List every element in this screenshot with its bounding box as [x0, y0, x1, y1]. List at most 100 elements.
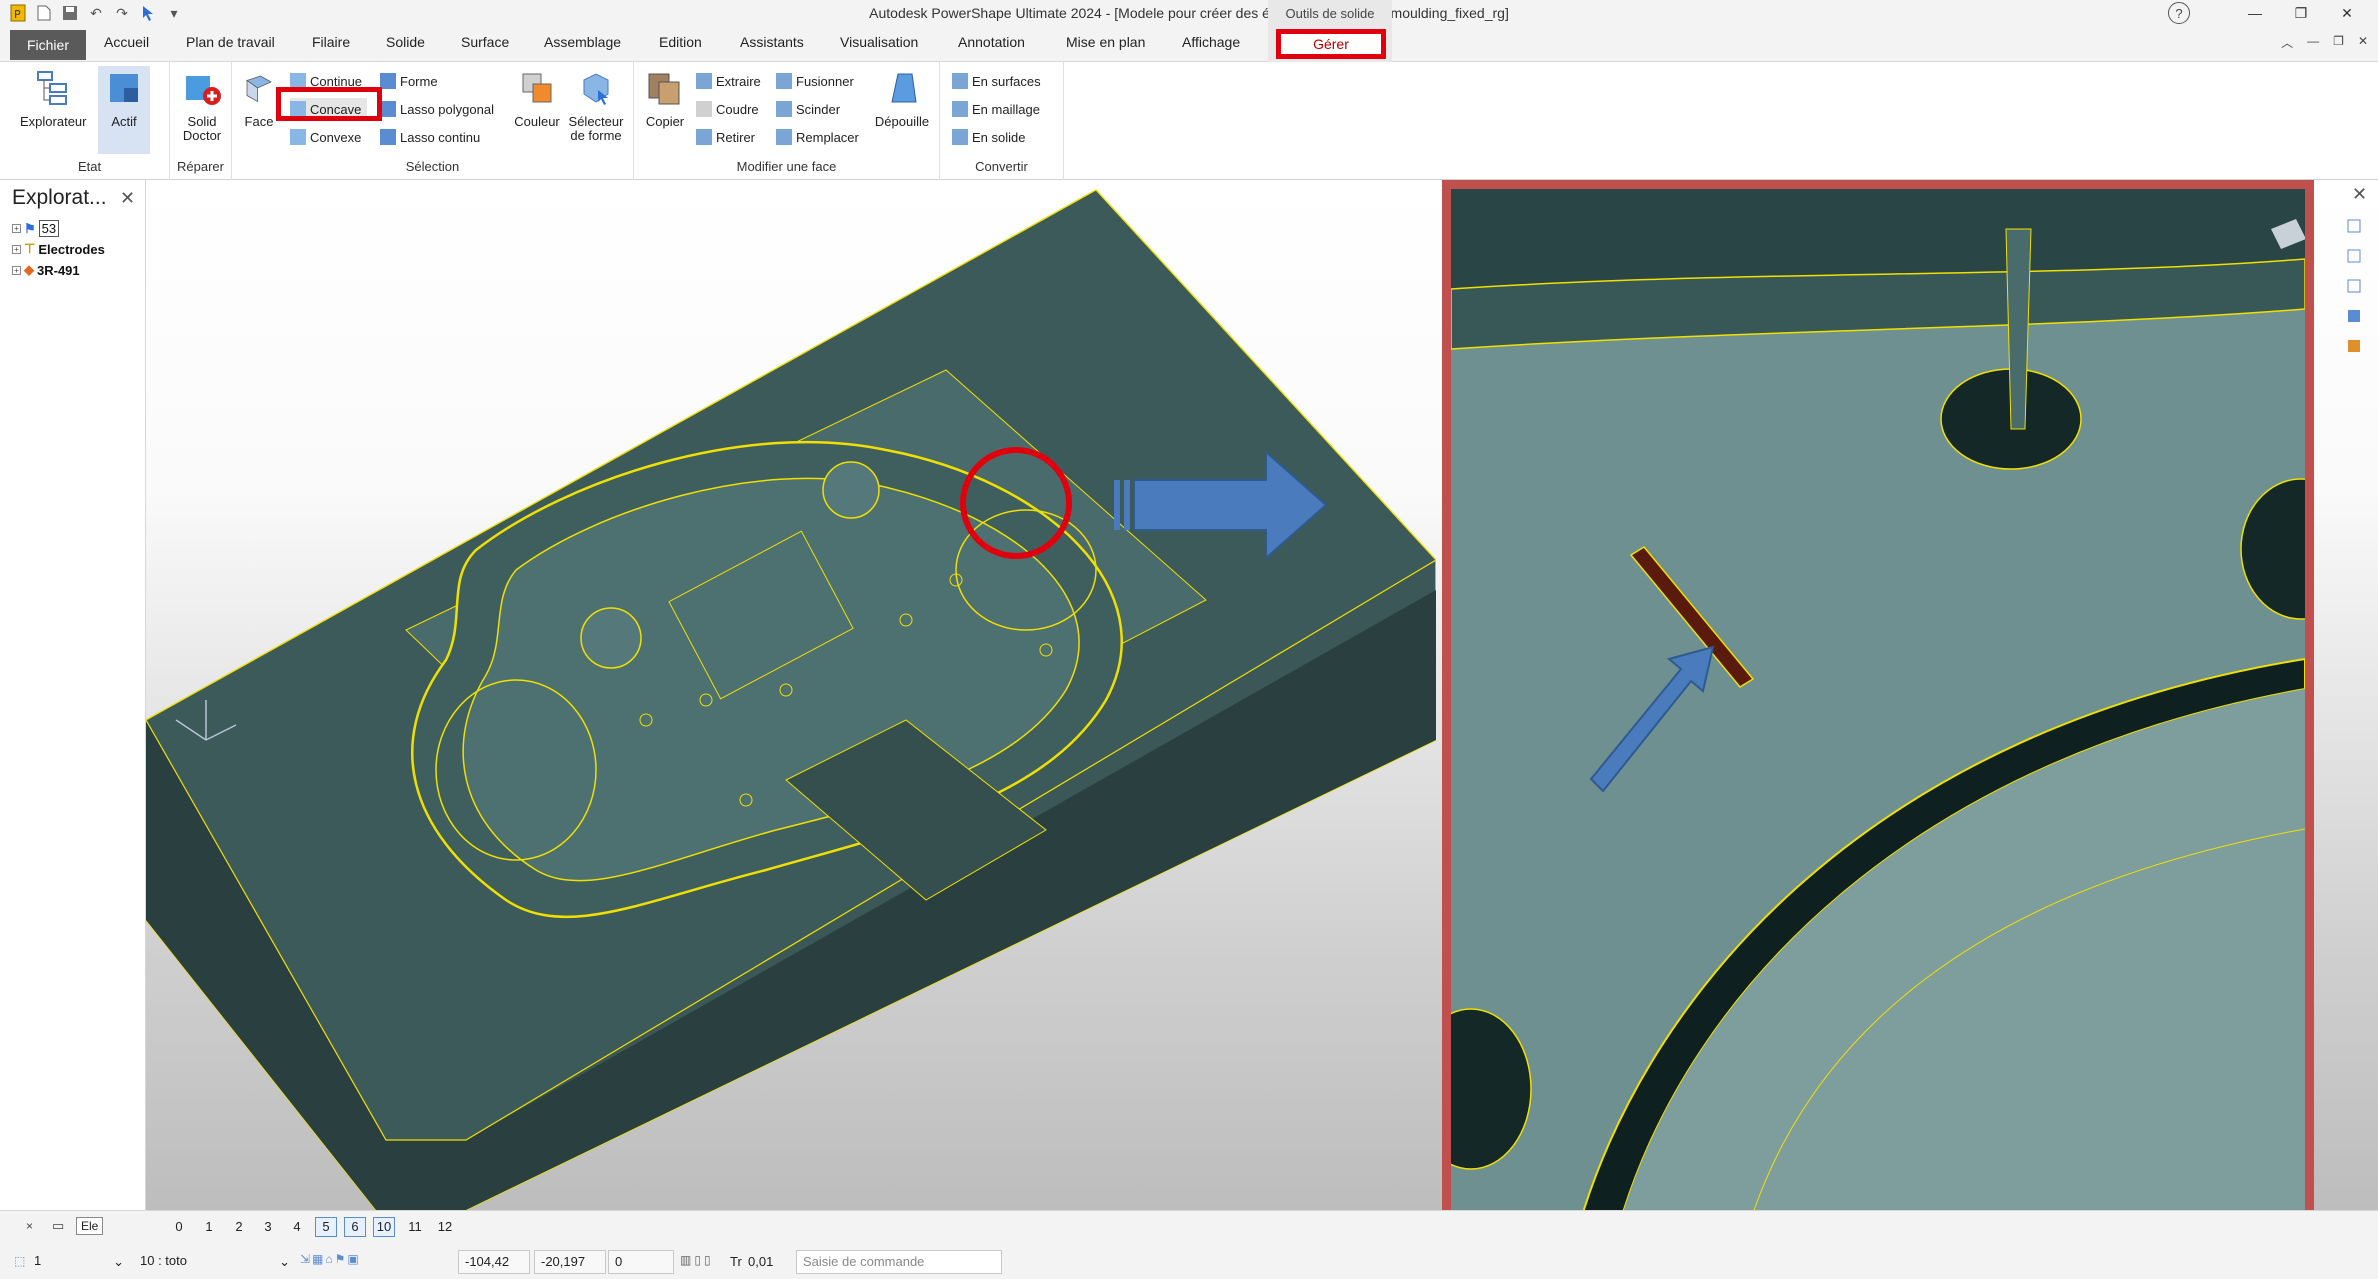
en-surfaces-icon [952, 73, 968, 89]
level-5[interactable]: 5 [315, 1217, 337, 1237]
solid-doctor-button[interactable]: Solid Doctor [174, 68, 230, 143]
level-11[interactable]: 11 [404, 1219, 426, 1234]
lasso-continu-button[interactable]: Lasso continu [380, 126, 480, 148]
tab-filaire[interactable]: Filaire [312, 34, 350, 50]
en-maillage-label: En maillage [972, 101, 1040, 117]
tree-item-3r-491[interactable]: + ◆ 3R-491 [12, 262, 80, 278]
forme-button[interactable]: Forme [380, 70, 438, 92]
help-icon[interactable]: ? [2168, 2, 2190, 24]
tab-fichier[interactable]: Fichier [10, 30, 86, 60]
close-icon[interactable]: ✕ [120, 188, 135, 209]
level-0[interactable]: 0 [168, 1219, 190, 1234]
level-4[interactable]: 4 [286, 1219, 308, 1234]
lasso-polygonal-label: Lasso polygonal [400, 101, 494, 117]
en-solide-button[interactable]: En solide [952, 126, 1025, 148]
level-2[interactable]: 2 [228, 1219, 250, 1234]
en-maillage-button[interactable]: En maillage [952, 98, 1040, 120]
tab-mise-en-plan[interactable]: Mise en plan [1066, 34, 1145, 50]
doc-close-icon[interactable]: ✕ [2358, 34, 2368, 51]
toolbar-icon[interactable] [2348, 340, 2360, 352]
level-10[interactable]: 10 [373, 1217, 395, 1237]
level-select[interactable]: 10 : toto ⌄ [134, 1250, 294, 1274]
selecteur-de-forme-button[interactable]: Sélecteur de forme [564, 68, 628, 143]
command-input[interactable]: Saisie de commande [796, 1250, 1002, 1274]
tab-plan-de-travail[interactable]: Plan de travail [186, 34, 275, 50]
close-icon[interactable]: ✕ [2324, 2, 2370, 24]
tab-gerer-label: Gérer [1276, 29, 1386, 59]
tab-surface[interactable]: Surface [461, 34, 509, 50]
retirer-icon [696, 129, 712, 145]
doc-minimize-icon[interactable]: — [2307, 34, 2319, 51]
flag-icon: ⚑ [24, 220, 36, 236]
minimize-icon[interactable]: — [2232, 2, 2278, 24]
tab-edition[interactable]: Edition [659, 34, 702, 50]
tolerance-value[interactable]: 0,01 [748, 1254, 773, 1269]
scinder-button[interactable]: Scinder [776, 98, 840, 120]
couleur-button[interactable]: Couleur [510, 68, 564, 129]
scinder-label: Scinder [796, 101, 841, 117]
tree-item-53[interactable]: + ⚑ 53 [12, 220, 60, 237]
extraire-button[interactable]: Extraire [696, 70, 761, 92]
coord-y-field[interactable]: -20,197 [534, 1250, 606, 1274]
tab-visualisation[interactable]: Visualisation [840, 34, 918, 50]
status-tools-icon[interactable]: ⇲▦⌂⚑▣ [300, 1252, 361, 1266]
status-toggle-icons[interactable]: ▥▯▯ [680, 1253, 714, 1267]
restore-icon[interactable]: ❐ [2278, 2, 2324, 24]
mould-model-view[interactable] [146, 180, 1436, 1210]
current-level-field[interactable]: Ele [76, 1217, 104, 1235]
tab-affichage[interactable]: Affichage [1182, 34, 1240, 50]
remplacer-button[interactable]: Remplacer [776, 126, 859, 148]
coudre-button[interactable]: Coudre [696, 98, 759, 120]
toolbar-icon[interactable] [2347, 249, 2361, 263]
lasso-continu-icon [380, 129, 396, 145]
group-selection: Face Continue Concave Convexe Forme Lass… [232, 62, 634, 180]
toolbar-icon[interactable] [2347, 279, 2361, 293]
workplane-icon[interactable]: ⬚ [14, 1254, 25, 1268]
depouille-button[interactable]: Dépouille [870, 68, 934, 129]
convexe-button[interactable]: Convexe [290, 126, 361, 148]
level-6[interactable]: 6 [344, 1217, 366, 1237]
close-icon[interactable]: ✕ [2352, 184, 2367, 205]
tab-annotation[interactable]: Annotation [958, 34, 1025, 50]
level-3[interactable]: 3 [257, 1219, 279, 1234]
lasso-continu-label: Lasso continu [400, 129, 481, 145]
tab-solide[interactable]: Solide [386, 34, 425, 50]
face-button[interactable]: Face [240, 68, 278, 129]
expand-icon[interactable]: + [12, 265, 21, 275]
fusionner-button[interactable]: Fusionner [776, 70, 854, 92]
actif-button[interactable]: Actif [98, 66, 150, 154]
toolbar-icon[interactable] [2348, 310, 2360, 322]
remplacer-icon [776, 129, 792, 145]
toolbar-icon[interactable] [2347, 219, 2361, 233]
en-surfaces-button[interactable]: En surfaces [952, 70, 1041, 92]
context-tab-group-label: Outils de solide [1268, 0, 1392, 26]
coord-x-field[interactable]: -104,42 [458, 1250, 530, 1274]
level-12[interactable]: 12 [434, 1219, 456, 1234]
level-1[interactable]: 1 [198, 1219, 220, 1234]
tree-item-electrodes[interactable]: + ⊤ Electrodes [12, 241, 105, 257]
workplane-select[interactable]: 1 ⌄ [28, 1250, 128, 1274]
tab-assemblage[interactable]: Assemblage [544, 34, 621, 50]
solid-doctor-label: Solid Doctor [182, 114, 222, 143]
expand-icon[interactable]: + [12, 224, 21, 233]
expand-icon[interactable]: + [12, 244, 21, 254]
copier-button[interactable]: Copier [638, 68, 692, 129]
ribbon-collapse-icon[interactable]: ︿ [2281, 34, 2293, 51]
coord-z-field[interactable]: 0 [608, 1250, 674, 1274]
tab-gerer[interactable]: Gérer [1268, 26, 1392, 62]
retirer-button[interactable]: Retirer [696, 126, 755, 148]
level-close-icon[interactable]: × [26, 1219, 33, 1233]
explorateur-button[interactable]: Explorateur [20, 68, 86, 129]
tab-assistants[interactable]: Assistants [740, 34, 804, 50]
workplane-select-value: 1 [34, 1253, 42, 1268]
retirer-label: Retirer [716, 129, 756, 145]
explorer-title: Explorat... [12, 186, 107, 209]
doc-restore-icon[interactable]: ❐ [2333, 34, 2344, 51]
lasso-polygonal-button[interactable]: Lasso polygonal [380, 98, 494, 120]
boss-top [822, 461, 880, 519]
concave-highlight-box [276, 87, 382, 121]
level-folder-icon[interactable]: ▭ [52, 1218, 64, 1234]
convexe-label: Convexe [310, 129, 362, 145]
graphics-viewport[interactable]: ✕ [146, 180, 2378, 1210]
tab-accueil[interactable]: Accueil [104, 34, 149, 50]
